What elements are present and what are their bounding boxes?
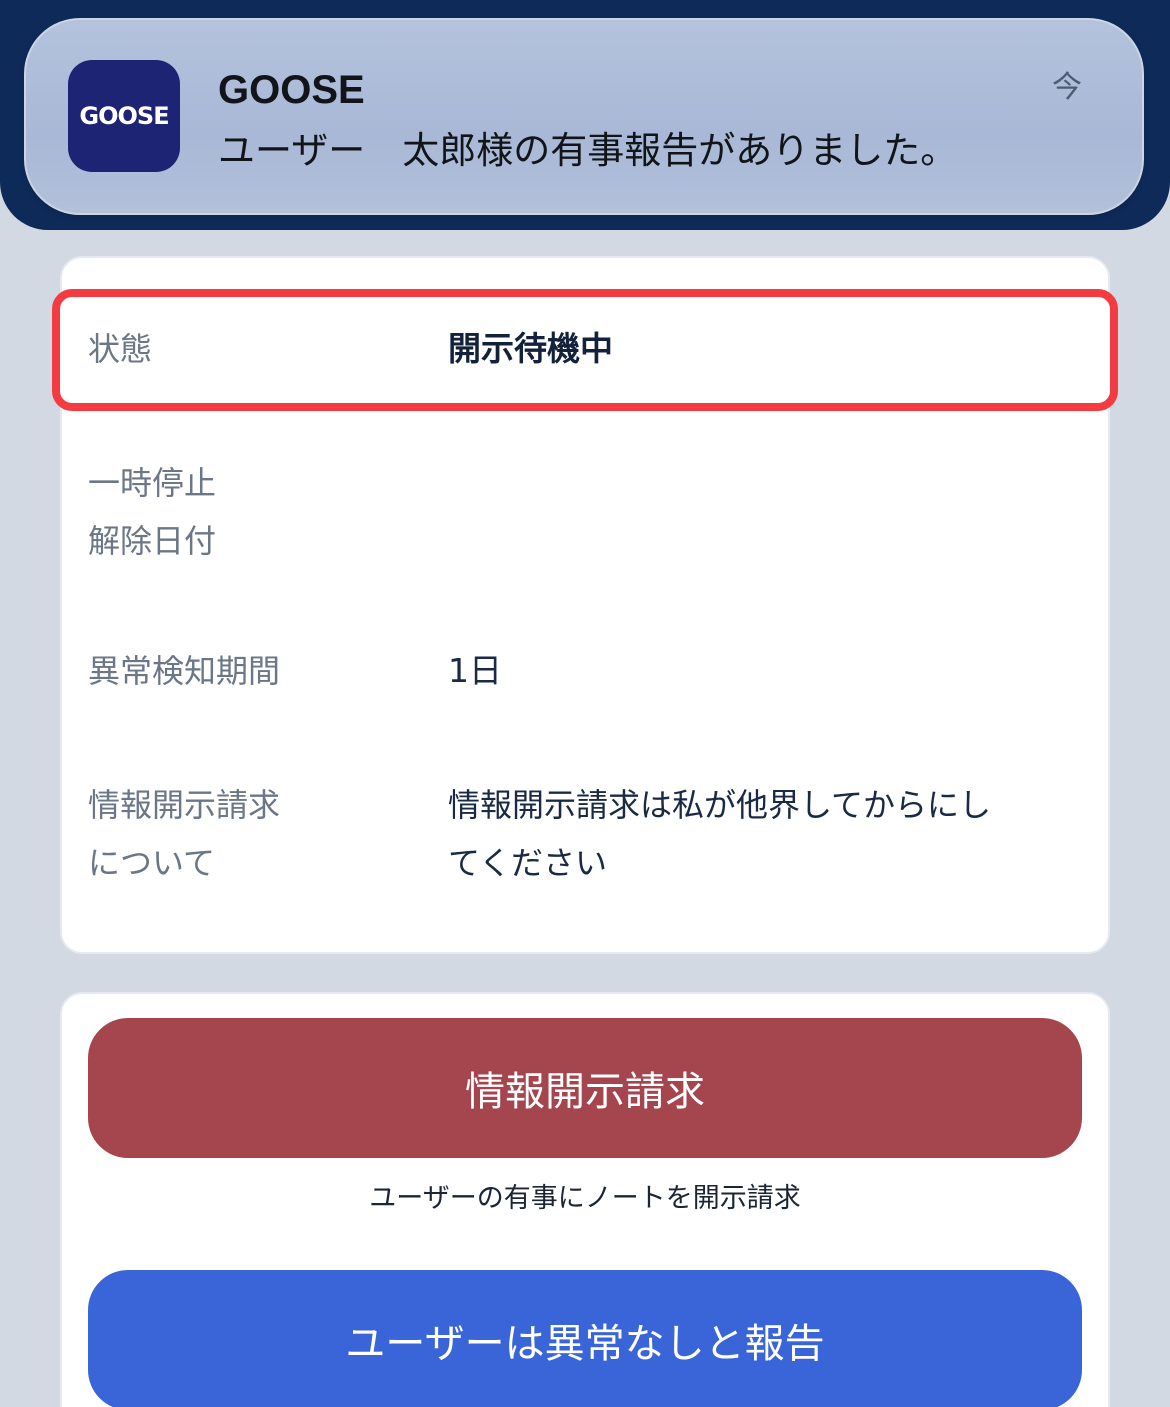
disclosure-label-line1: 情報開示請求	[88, 786, 281, 824]
notification-message: ユーザー 太郎様の有事報告がありました。	[218, 129, 958, 172]
pause-release-date-label-line2: 解除日付	[88, 522, 217, 560]
notification-app-name: GOOSE	[218, 68, 365, 112]
goose-app-icon: GOOSE	[68, 60, 180, 172]
pause-release-date-label-line1: 一時停止	[88, 464, 217, 502]
status-label: 状態	[88, 330, 153, 368]
disclosure-value-line2: てください	[448, 844, 608, 882]
disclosure-value-line1: 情報開示請求は私が他界してからにし	[448, 786, 992, 824]
notification-time: 今	[1052, 70, 1082, 105]
detection-period-value: 1日	[448, 651, 502, 690]
screen: GOOSE GOOSE ユーザー 太郎様の有事報告がありました。 今 状態 開示…	[0, 0, 1170, 1407]
status-value: 開示待機中	[448, 329, 613, 368]
disclosure-label-line2: について	[88, 844, 216, 882]
app-icon-logo-text: GOOSE	[79, 102, 169, 130]
detection-period-label: 異常検知期間	[88, 652, 281, 690]
disclosure-request-button[interactable]: 情報開示請求	[88, 1018, 1082, 1158]
push-notification[interactable]: GOOSE GOOSE ユーザー 太郎様の有事報告がありました。 今	[24, 18, 1144, 215]
report-no-abnormality-button[interactable]: ユーザーは異常なしと報告	[88, 1270, 1082, 1407]
disclosure-request-caption: ユーザーの有事にノートを開示請求	[369, 1183, 801, 1214]
